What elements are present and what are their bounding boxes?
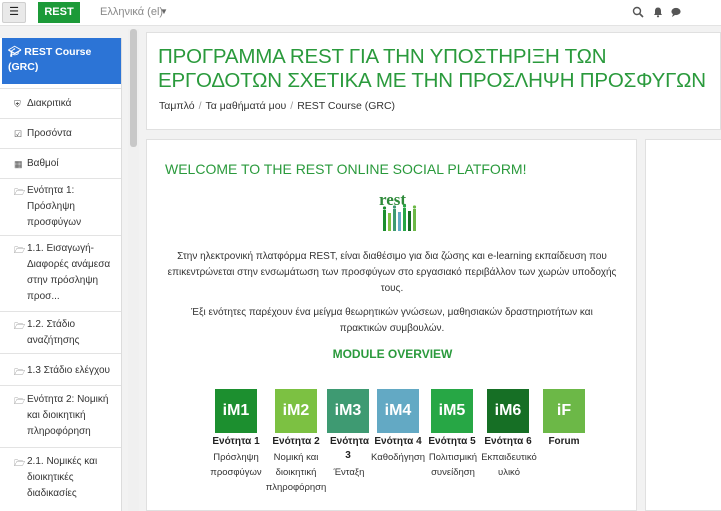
sidebar-item-module-2[interactable]: 🗁︎ Ενότητα 2: Νομική και διοικητική πληρ… <box>0 385 121 447</box>
top-navbar: ☰ REST Ελληνικά (el) ▼ <box>0 0 721 26</box>
sidebar-item-1-3[interactable]: 🗁︎ 1.3 Στάδιο ελέγχου <box>0 353 121 385</box>
sidebar-item-competencies[interactable]: ☑ Προσόντα <box>0 118 121 148</box>
module-overview-heading: MODULE OVERVIEW <box>332 347 453 361</box>
sidebar-item-label: 2.1. Νομικές και διοικητικές διαδικασίες <box>27 456 98 499</box>
chat-icon[interactable] <box>670 6 682 18</box>
forum-tile[interactable]: iF <box>543 389 585 433</box>
folder-icon: 🗁︎ <box>14 321 26 331</box>
module-6-desc: Εκπαιδευτικό υλικό <box>481 452 537 478</box>
sidebar-item-label: 1.2. Στάδιο αναζήτησης <box>27 319 80 346</box>
page-header: ΠΡΟΓΡΑΜΜΑ REST ΓΙΑ ΤΗΝ ΥΠΟΣΤΗΡΙΞΗ ΤΩΝ ΕΡ… <box>146 32 721 130</box>
module-6-label[interactable]: Ενότητα 6 <box>478 435 538 449</box>
intro-paragraph: Στην ηλεκτρονική πλατφόρμα REST, είναι δ… <box>167 251 617 294</box>
module-3-tile[interactable]: iM3 <box>327 389 369 433</box>
brand-button[interactable]: REST <box>38 2 80 23</box>
breadcrumb-dashboard[interactable]: Ταμπλό <box>159 100 195 112</box>
folder-icon: 🗁︎ <box>14 396 26 406</box>
module-5-label[interactable]: Ενότητα 5 <box>422 435 482 449</box>
course-summary-card: WELCOME TO THE REST ONLINE SOCIAL PLATFO… <box>146 139 637 511</box>
sidebar-item-grades[interactable]: ▦ Βαθμοί <box>0 148 121 178</box>
sidebar-item-1-2[interactable]: 🗁︎ 1.2. Στάδιο αναζήτησης <box>0 311 121 353</box>
language-selector[interactable]: Ελληνικά (el) <box>100 6 163 18</box>
sidebar-scrollbar[interactable] <box>128 29 139 511</box>
folder-icon: 🗁︎ <box>14 458 26 468</box>
breadcrumb-separator: / <box>290 100 294 112</box>
sidebar-item-label: Ενότητα 1: Πρόσληψη προσφύγων <box>27 185 82 228</box>
folder-icon: 🗁︎ <box>14 187 26 197</box>
chevron-down-icon[interactable]: ▼ <box>160 7 168 16</box>
sidebar-item-label: Βαθμοί <box>27 158 59 169</box>
module-4-label[interactable]: Ενότητα 4 <box>368 435 428 449</box>
right-block <box>645 139 721 511</box>
sidebar-item-label: Προσόντα <box>27 128 72 139</box>
svg-text:rest: rest <box>379 190 406 209</box>
module-1-label[interactable]: Ενότητα 1 <box>206 435 266 449</box>
sidebar-item-1-1[interactable]: 🗁︎ 1.1. Εισαγωγή- Διαφορές ανάμεσα στην … <box>0 235 121 311</box>
breadcrumb-course[interactable]: REST Course (GRC) <box>297 100 395 112</box>
graduation-cap-icon: 🎓︎ <box>8 46 22 58</box>
module-2-desc: Νομική και διοικητική πληροφόρηση <box>265 452 327 493</box>
table-icon: ▦ <box>14 159 23 169</box>
search-icon[interactable] <box>632 6 644 18</box>
sidebar-item-course[interactable]: 🎓︎ REST Course (GRC) <box>2 38 121 84</box>
breadcrumb-separator: / <box>198 100 202 112</box>
folder-icon: 🗁︎ <box>14 245 26 255</box>
sidebar-item-label: Διακριτικά <box>27 98 72 109</box>
module-2-tile[interactable]: iM2 <box>275 389 317 433</box>
check-square-icon: ☑ <box>14 129 23 139</box>
sidebar-item-badges[interactable]: ⛨ Διακριτικά <box>0 88 121 118</box>
hamburger-icon[interactable]: ☰ <box>2 2 26 23</box>
shield-icon: ⛨ <box>14 99 21 109</box>
module-3-label[interactable]: Ενότητα 3 <box>330 435 369 463</box>
welcome-heading: WELCOME TO THE REST ONLINE SOCIAL PLATFO… <box>165 161 527 177</box>
sidebar-course-label: REST Course (GRC) <box>8 46 92 73</box>
module-3-desc: Ένταξη <box>333 467 365 478</box>
sidebar-item-module-1[interactable]: 🗁︎ Ενότητα 1: Πρόσληψη προσφύγων <box>0 178 121 235</box>
module-4-desc: Καθοδήγηση <box>370 452 426 463</box>
bell-icon[interactable] <box>652 6 664 18</box>
folder-icon: 🗁︎ <box>14 367 26 377</box>
breadcrumb: Ταμπλό / Τα μαθήματά μου / REST Course (GRC) <box>159 100 395 112</box>
forum-label[interactable]: Forum <box>534 435 594 449</box>
module-1-tile[interactable]: iM1 <box>215 389 257 433</box>
sidebar-item-2-1[interactable]: 🗁︎ 2.1. Νομικές και διοικητικές διαδικασ… <box>0 447 121 511</box>
module-5-desc: Πολιτισμική συνείδηση <box>428 452 478 478</box>
breadcrumb-my-courses[interactable]: Τα μαθήματά μου <box>205 100 286 112</box>
scrollbar-thumb[interactable] <box>130 29 137 147</box>
modules-paragraph: Έξι ενότητες παρέχουν ένα μείγμα θεωρητι… <box>191 307 593 334</box>
module-2-label[interactable]: Ενότητα 2 <box>266 435 326 449</box>
module-6-tile[interactable]: iM6 <box>487 389 529 433</box>
sidebar-item-label: Ενότητα 2: Νομική και διοικητική πληροφό… <box>27 394 109 437</box>
module-4-tile[interactable]: iM4 <box>377 389 419 433</box>
page-title: ΠΡΟΓΡΑΜΜΑ REST ΓΙΑ ΤΗΝ ΥΠΟΣΤΗΡΙΞΗ ΤΩΝ ΕΡ… <box>158 45 706 92</box>
sidebar-item-label: 1.1. Εισαγωγή- Διαφορές ανάμεσα στην πρό… <box>27 243 111 302</box>
course-sidebar: 🎓︎ REST Course (GRC) ⛨ Διακριτικά ☑ Προσ… <box>0 38 122 511</box>
sidebar-item-label: 1.3 Στάδιο ελέγχου <box>27 365 111 376</box>
module-5-tile[interactable]: iM5 <box>431 389 473 433</box>
rest-logo: rest <box>379 190 417 231</box>
